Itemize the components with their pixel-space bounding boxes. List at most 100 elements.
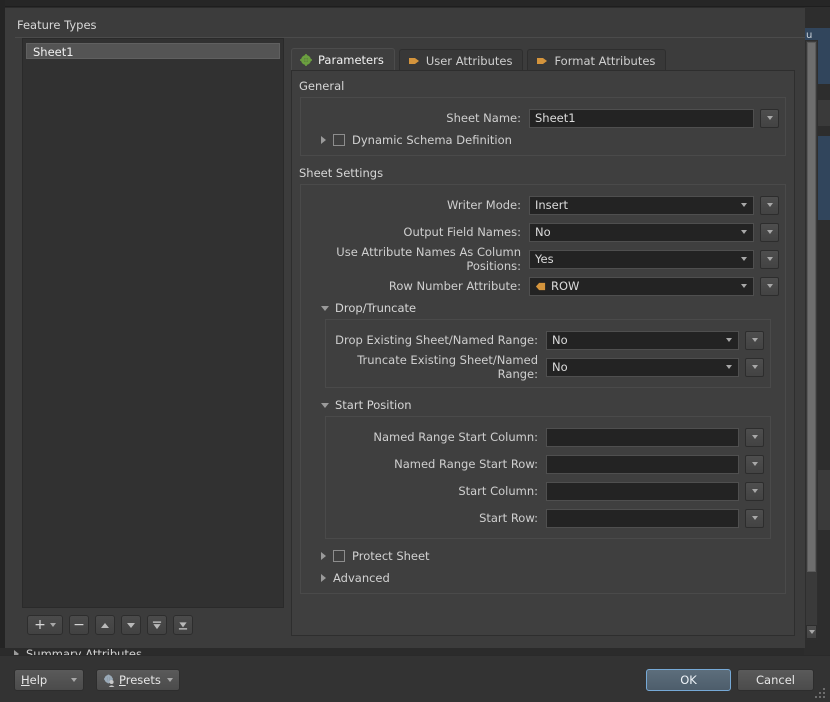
protect-sheet-label: Protect Sheet: [352, 549, 430, 563]
sheet-settings-group: Writer Mode: Insert Output Field Names: …: [300, 184, 786, 594]
chevron-right-icon[interactable]: [321, 136, 326, 144]
tab-parameters[interactable]: Parameters: [291, 48, 395, 71]
drop-existing-dropdown-button[interactable]: [745, 330, 764, 350]
start-column-row: Start Column:: [332, 479, 764, 503]
sheet-name-value: Sheet1: [535, 111, 576, 125]
move-down-button[interactable]: [121, 615, 141, 635]
chevron-down-icon: [71, 678, 77, 682]
cancel-button[interactable]: Cancel: [737, 669, 814, 691]
row-number-attribute-select[interactable]: ROW: [529, 276, 754, 296]
start-column-dropdown-button[interactable]: [745, 481, 764, 501]
named-range-start-row-dropdown-button[interactable]: [745, 454, 764, 474]
sheet-settings-group-label: Sheet Settings: [299, 166, 384, 180]
resize-grip[interactable]: [811, 684, 825, 698]
chevron-down-icon: [766, 257, 773, 261]
advanced-row[interactable]: Advanced: [321, 571, 779, 585]
use-attribute-names-row: Use Attribute Names As Column Positions:…: [307, 245, 779, 273]
scrollbar-thumb[interactable]: [807, 42, 816, 572]
feature-types-toolbar: + −: [27, 615, 193, 635]
ok-button-label: OK: [680, 673, 697, 687]
presets-label-rest: resets: [125, 673, 161, 687]
chevron-down-icon[interactable]: [321, 305, 329, 311]
chevron-down-icon: [741, 230, 747, 234]
chevron-down-icon: [726, 365, 732, 369]
orange-arrow-icon: [408, 57, 419, 64]
ok-button[interactable]: OK: [646, 669, 731, 691]
drop-existing-label: Drop Existing Sheet/Named Range:: [335, 333, 538, 347]
tab-parameters-label: Parameters: [318, 53, 384, 67]
sheet-name-input[interactable]: Sheet1: [529, 108, 754, 128]
tab-format-attributes-label: Format Attributes: [554, 53, 656, 68]
tab-format-attributes[interactable]: Format Attributes: [527, 49, 667, 71]
chevron-down-icon: [766, 203, 773, 207]
move-to-bottom-button[interactable]: [173, 615, 193, 635]
start-position-label: Start Position: [335, 398, 412, 412]
chevron-down-icon: [766, 116, 773, 120]
chevron-down-icon: [741, 203, 747, 207]
move-up-button[interactable]: [95, 615, 115, 635]
feature-types-list[interactable]: Sheet1: [22, 38, 284, 608]
help-button-label: Help: [21, 673, 48, 687]
add-feature-type-button[interactable]: +: [27, 615, 63, 635]
chevron-down-icon: [751, 338, 758, 342]
chevron-down-icon: [751, 489, 758, 493]
use-attribute-names-select[interactable]: Yes: [529, 249, 754, 269]
start-row-input[interactable]: [546, 508, 739, 528]
move-to-top-icon: [152, 620, 162, 629]
sheet-name-dropdown-button[interactable]: [760, 108, 779, 128]
chevron-down-icon: [751, 365, 758, 369]
use-attribute-names-dropdown-button[interactable]: [760, 249, 779, 269]
presets-button-label: Presets: [119, 673, 161, 687]
drop-existing-select[interactable]: No: [546, 330, 739, 350]
output-field-names-select[interactable]: No: [529, 222, 754, 242]
dynamic-schema-label: Dynamic Schema Definition: [352, 133, 512, 147]
writer-mode-dropdown-button[interactable]: [760, 195, 779, 215]
named-range-start-column-dropdown-button[interactable]: [745, 427, 764, 447]
use-attribute-names-label: Use Attribute Names As Column Positions:: [336, 245, 521, 273]
drop-truncate-group: Drop Existing Sheet/Named Range: No Trun…: [325, 319, 771, 388]
named-range-start-row-label: Named Range Start Row:: [394, 457, 538, 471]
minus-icon: −: [73, 617, 85, 633]
chevron-down-icon: [751, 516, 758, 520]
named-range-start-column-input[interactable]: [546, 427, 739, 447]
chevron-down-icon: [726, 338, 732, 342]
start-column-input[interactable]: [546, 481, 739, 501]
tab-user-attributes-label: User Attributes: [425, 53, 513, 68]
scrollbar-down-button[interactable]: [806, 625, 817, 639]
help-button[interactable]: Help: [14, 669, 84, 691]
chevron-down-icon: [741, 284, 747, 288]
row-number-attribute-row: Row Number Attribute: ROW: [307, 274, 779, 298]
named-range-start-row-input[interactable]: [546, 454, 739, 474]
truncate-existing-row: Truncate Existing Sheet/Named Range: No: [332, 353, 764, 381]
triangle-up-icon: [101, 622, 109, 628]
output-field-names-dropdown-button[interactable]: [760, 222, 779, 242]
protect-sheet-checkbox[interactable]: [333, 550, 345, 562]
list-item[interactable]: Sheet1: [26, 43, 280, 59]
drop-existing-row: Drop Existing Sheet/Named Range: No: [332, 328, 764, 352]
protect-sheet-row[interactable]: Protect Sheet: [321, 549, 779, 563]
help-label-rest: elp: [29, 673, 48, 687]
remove-feature-type-button[interactable]: −: [69, 615, 89, 635]
dynamic-schema-row[interactable]: Dynamic Schema Definition: [321, 133, 779, 147]
dynamic-schema-checkbox[interactable]: [333, 134, 345, 146]
start-row-row: Start Row:: [332, 506, 764, 530]
presets-button[interactable]: Presets: [96, 669, 180, 691]
drop-existing-value: No: [552, 333, 568, 347]
row-number-attribute-dropdown-button[interactable]: [760, 276, 779, 296]
start-position-header[interactable]: Start Position: [321, 398, 779, 412]
general-group-label: General: [299, 79, 345, 93]
tab-bar: Parameters User Attributes Format Attrib…: [291, 48, 667, 71]
drop-truncate-header[interactable]: Drop/Truncate: [321, 301, 779, 315]
chevron-right-icon[interactable]: [321, 552, 326, 560]
chevron-right-icon[interactable]: [321, 574, 326, 582]
writer-mode-select[interactable]: Insert: [529, 195, 754, 215]
chevron-down-icon[interactable]: [321, 402, 329, 408]
truncate-existing-select[interactable]: No: [546, 357, 739, 377]
window-top-frame: [0, 0, 830, 7]
move-to-top-button[interactable]: [147, 615, 167, 635]
truncate-existing-dropdown-button[interactable]: [745, 357, 764, 377]
start-row-dropdown-button[interactable]: [745, 508, 764, 528]
dialog-scrollbar[interactable]: [805, 40, 818, 640]
tab-user-attributes[interactable]: User Attributes: [398, 49, 524, 71]
triangle-down-icon: [127, 622, 135, 628]
